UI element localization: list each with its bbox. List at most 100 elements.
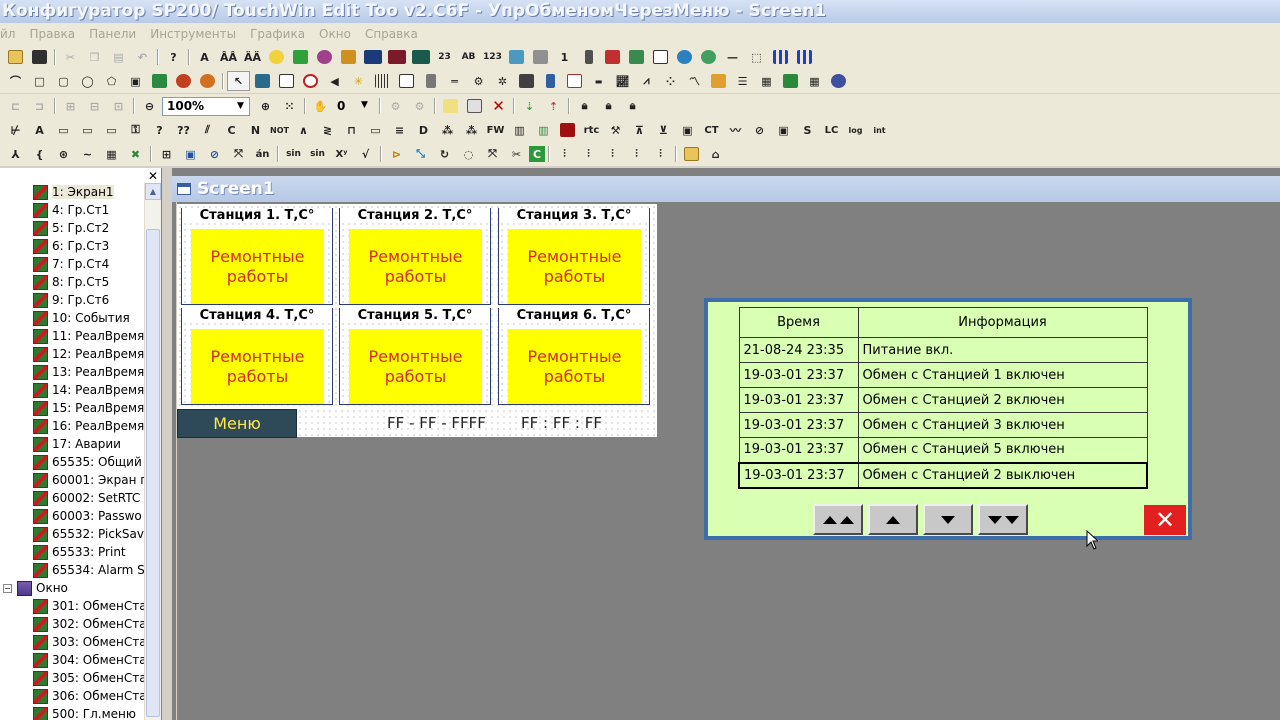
- printer-icon[interactable]: [529, 47, 552, 67]
- screen-icon[interactable]: [505, 47, 528, 67]
- tool-e5-icon[interactable]: ⫶: [649, 144, 672, 164]
- lock-3-icon[interactable]: 🔒︎: [621, 96, 644, 116]
- menu-file[interactable]: йл: [0, 27, 22, 41]
- tree-item-screen[interactable]: 14: РеалВремя: [33, 381, 144, 399]
- tool-s-icon[interactable]: S: [796, 120, 819, 140]
- align-left-icon[interactable]: ⊏: [4, 96, 27, 116]
- sound-icon[interactable]: ◀: [323, 71, 346, 91]
- menu-tools[interactable]: Инструменты: [143, 27, 243, 41]
- table-icon[interactable]: [707, 71, 730, 91]
- edit-field-icon[interactable]: AB: [457, 47, 480, 67]
- level-icon[interactable]: [371, 71, 394, 91]
- phone-icon[interactable]: [577, 47, 600, 67]
- tree-item-screen[interactable]: 6: Гр.Ст3: [33, 237, 109, 255]
- recipe-icon[interactable]: [625, 47, 648, 67]
- close-panel-button[interactable]: ✕: [1144, 505, 1186, 535]
- ellipse-icon[interactable]: ◯: [76, 71, 99, 91]
- tree-item-screen[interactable]: 65534: Alarm S: [33, 561, 145, 579]
- zoom-out-icon[interactable]: ⊖: [138, 96, 161, 116]
- hand-icon[interactable]: ✋: [309, 96, 332, 116]
- tree-item-screen[interactable]: 1: Экран1: [33, 183, 114, 201]
- tree-item-screen[interactable]: 16: РеалВремя: [33, 417, 144, 435]
- text-display-icon[interactable]: [409, 47, 432, 67]
- tool-13-icon[interactable]: ∧: [292, 120, 315, 140]
- picture-icon[interactable]: [148, 71, 171, 91]
- slider-icon[interactable]: ═: [443, 71, 466, 91]
- rounded-rectangle-icon[interactable]: ▢: [52, 71, 75, 91]
- rtc-icon[interactable]: rtc: [580, 120, 603, 140]
- tree-item-screen[interactable]: 8: Гр.Ст5: [33, 273, 109, 291]
- state-icon[interactable]: ⚙: [384, 96, 407, 116]
- folder-open-icon[interactable]: [680, 144, 703, 164]
- cut-icon[interactable]: ✂: [59, 47, 82, 67]
- numeric-display-icon[interactable]: [361, 47, 384, 67]
- bar-chart-2-icon[interactable]: [793, 47, 816, 67]
- tree-folder-window[interactable]: − Окно: [3, 579, 68, 597]
- tool-6-icon[interactable]: ⚿: [124, 120, 147, 140]
- doc-icon[interactable]: [563, 71, 586, 91]
- case-icon[interactable]: ⌂: [704, 144, 727, 164]
- tool-f17-icon[interactable]: ⤡: [409, 144, 432, 164]
- menu-window[interactable]: Окно: [312, 27, 358, 41]
- collapse-icon[interactable]: −: [3, 583, 12, 593]
- paste-icon[interactable]: ▤: [107, 47, 130, 67]
- tool-f19-icon[interactable]: ◌: [457, 144, 480, 164]
- table-row[interactable]: 21-08-24 23:35 Питание вкл.: [738, 337, 1148, 363]
- menu-edit[interactable]: Правка: [22, 27, 82, 41]
- tool-fw-icon[interactable]: FW: [484, 120, 507, 140]
- tree-item-screen[interactable]: 17: Аварии: [33, 435, 121, 453]
- table-row[interactable]: 19-03-01 23:37 Обмен с Станцией 2 включен: [738, 387, 1148, 413]
- settings-icon[interactable]: [827, 71, 850, 91]
- page-down-button[interactable]: [978, 504, 1028, 535]
- tool-26-icon[interactable]: ⚒: [604, 120, 627, 140]
- tool-e1-icon[interactable]: ⫶: [553, 144, 576, 164]
- tilde-icon[interactable]: ∼: [76, 144, 99, 164]
- wave-icon[interactable]: 〰: [724, 120, 747, 140]
- tool-n-icon[interactable]: N: [244, 120, 267, 140]
- dashed-box-icon[interactable]: ⬚: [745, 47, 768, 67]
- arc-icon[interactable]: ⌒: [4, 71, 27, 91]
- table-row[interactable]: 19-03-01 23:37 Обмен с Станцией 1 включен: [738, 362, 1148, 388]
- globe-run-icon[interactable]: [697, 47, 720, 67]
- number-one-icon[interactable]: 1: [553, 47, 576, 67]
- trend-icon[interactable]: 📈︎: [611, 71, 634, 91]
- screen-props-icon[interactable]: [463, 96, 486, 116]
- table-row[interactable]: 19-03-01 23:37 Обмен с Станцией 3 включен: [738, 412, 1148, 438]
- gear-icon[interactable]: ⚙: [467, 71, 490, 91]
- tool-f7-icon[interactable]: ⊞: [155, 144, 178, 164]
- xy-plot-icon[interactable]: ⁘: [659, 71, 682, 91]
- tool-not-icon[interactable]: NOT: [268, 120, 291, 140]
- tool-ct-icon[interactable]: CT: [700, 120, 723, 140]
- power-icon[interactable]: Xʸ: [330, 144, 353, 164]
- page-up-button[interactable]: [813, 504, 863, 535]
- tree-item-screen[interactable]: 11: РеалВремя: [33, 327, 144, 345]
- distribute-3-icon[interactable]: ⊡: [107, 96, 130, 116]
- gauge-icon[interactable]: [299, 71, 322, 91]
- tool-17-icon[interactable]: ≡: [388, 120, 411, 140]
- object-icon[interactable]: [289, 47, 312, 67]
- scrollbar-thumb[interactable]: [146, 229, 160, 717]
- polygon-icon[interactable]: ⬠: [100, 71, 123, 91]
- tree-item-screen[interactable]: 5: Гр.Ст2: [33, 219, 109, 237]
- valve-icon[interactable]: [419, 71, 442, 91]
- tool-9-icon[interactable]: ⫽: [196, 120, 219, 140]
- counter-icon[interactable]: 123: [481, 47, 504, 67]
- tree-item-screen[interactable]: 306: ОбменСта: [33, 687, 147, 705]
- pulse-icon[interactable]: ⊓: [340, 120, 363, 140]
- pointer-icon[interactable]: ↖: [227, 71, 250, 91]
- tool-e3-icon[interactable]: ⫶: [601, 144, 624, 164]
- delete-icon[interactable]: ✕: [487, 96, 510, 116]
- circle-icon[interactable]: [313, 47, 336, 67]
- frame-icon[interactable]: ▣: [124, 71, 147, 91]
- group-icon[interactable]: [251, 71, 274, 91]
- image-icon[interactable]: [395, 71, 418, 91]
- window-icon[interactable]: [649, 47, 672, 67]
- station-panel[interactable]: Станция 5. Т,С° Ремонтные работы: [339, 308, 491, 405]
- tree-item-screen[interactable]: 305: ОбменСта: [33, 669, 147, 687]
- lock-2-icon[interactable]: 🔒︎: [597, 96, 620, 116]
- station-panel[interactable]: Станция 2. Т,С° Ремонтные работы: [339, 208, 491, 305]
- fan-icon[interactable]: ✲: [491, 71, 514, 91]
- tool-f18-icon[interactable]: ↻: [433, 144, 456, 164]
- tree-item-screen[interactable]: 15: РеалВремя: [33, 399, 144, 417]
- tree-item-screen[interactable]: 65533: Print: [33, 543, 126, 561]
